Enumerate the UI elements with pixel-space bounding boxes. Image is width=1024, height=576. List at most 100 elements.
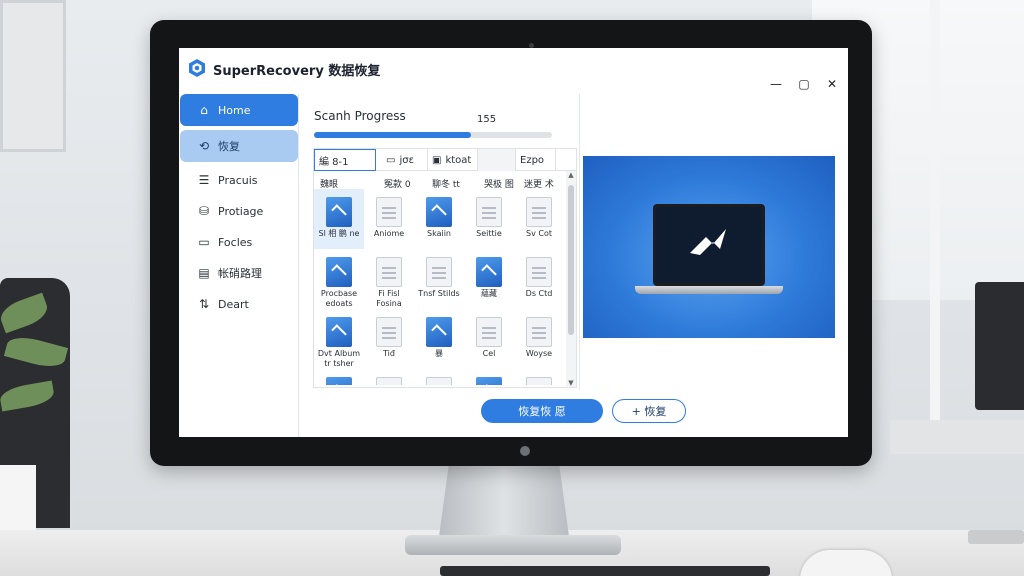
file-item[interactable] <box>314 369 364 385</box>
tab-label: Ezpo <box>520 154 545 166</box>
image-file-icon <box>476 377 502 385</box>
panel-divider <box>579 94 580 390</box>
sidebar-item-label: 帐硝路理 <box>218 267 262 280</box>
sidebar-item-label: Home <box>218 103 251 117</box>
maximize-button[interactable]: ▢ <box>794 74 814 94</box>
list-icon: ☰ <box>198 173 210 187</box>
file-browser: 編 8-1 ▭ jσε ▣ ktoat Ezpo 魏眼 冤款 0 聊冬 tt 哭… <box>313 148 577 388</box>
file-item-label: 蘊藏 <box>481 289 497 298</box>
tab-export[interactable]: Ezpo <box>516 149 556 171</box>
file-item[interactable]: Sl 相 鹏 ne <box>314 189 364 249</box>
document-file-icon <box>376 197 402 227</box>
minimize-button[interactable]: — <box>766 74 786 94</box>
preview-laptop-screen <box>653 204 765 286</box>
file-preview <box>583 156 835 338</box>
app-title: SuperRecovery 数据恢复 <box>213 64 381 79</box>
manage-icon: ▤ <box>198 266 210 280</box>
side-desk <box>890 420 1024 454</box>
mouse <box>800 550 892 576</box>
document-file-icon <box>526 377 552 385</box>
monitor-stand <box>438 466 570 544</box>
file-item-label: Ds Ctd <box>525 289 553 298</box>
close-button[interactable]: ✕ <box>822 74 842 94</box>
file-item-label: Seittie <box>476 229 502 238</box>
recover-button[interactable]: 恢复恢 愿 <box>481 399 603 423</box>
file-scrollbar[interactable]: ▲ ▼ <box>566 171 576 387</box>
preview-laptop-base <box>635 286 783 294</box>
image-file-icon <box>426 197 452 227</box>
sidebar-item-pracuis[interactable]: ☰ Pracuis <box>180 164 298 196</box>
tab-empty[interactable] <box>478 149 516 171</box>
file-item[interactable]: Aniome <box>364 189 414 249</box>
image-file-icon <box>326 257 352 287</box>
home-icon: ⌂ <box>200 103 208 117</box>
scan-progress-bar <box>314 132 552 138</box>
title-bar: SuperRecovery 数据恢复 — ▢ ✕ <box>179 48 848 94</box>
tab-documents[interactable]: ▭ jσε <box>382 149 428 171</box>
document-file-icon <box>376 317 402 347</box>
file-item-label: Woyse <box>525 349 553 358</box>
file-item-label: Dvt Album tr tsher <box>317 349 361 368</box>
sidebar-item-manage[interactable]: ▤ 帐硝路理 <box>180 257 298 289</box>
image-icon: ▣ <box>432 154 442 166</box>
file-item[interactable]: Dvt Album tr tsher <box>314 309 364 369</box>
file-item[interactable]: Ds Ctd <box>514 249 564 309</box>
file-item[interactable]: Fi Fisl Fosina <box>364 249 414 309</box>
scan-progress-label: Scanh Progress <box>314 109 406 123</box>
sidebar: ⌂ Home ⟲ 恢复 ☰ Pracuis ⛁ Protiage ▭ Focle… <box>179 94 299 437</box>
file-item[interactable]: Tnsf Stilds <box>414 249 464 309</box>
sidebar-item-protiage[interactable]: ⛁ Protiage <box>180 195 298 227</box>
file-item[interactable]: 蘊藏 <box>464 249 514 309</box>
file-item-label: 暴 <box>435 349 443 358</box>
file-icon: ▭ <box>386 154 396 166</box>
sidebar-item-label: Pracuis <box>218 173 258 187</box>
sidebar-item-recover[interactable]: ⟲ 恢复 <box>180 130 298 162</box>
file-item-label: Tiđ <box>383 349 395 358</box>
window-frame <box>930 0 940 420</box>
file-item[interactable]: Woyse <box>514 309 564 369</box>
file-item-label: Sv Cot <box>526 229 552 238</box>
document-file-icon <box>476 317 502 347</box>
add-recover-button[interactable]: + 恢复 <box>612 399 686 423</box>
file-item-label: Sl 相 鹏 ne <box>318 229 360 238</box>
document-file-icon <box>526 257 552 287</box>
scroll-down-icon[interactable]: ▼ <box>566 379 576 387</box>
tab-images[interactable]: ▣ ktoat <box>428 149 478 171</box>
document-file-icon <box>426 257 452 287</box>
document-file-icon <box>376 257 402 287</box>
recover-icon: ⟲ <box>198 139 210 153</box>
file-item[interactable]: Procbase edoats <box>314 249 364 309</box>
scroll-thumb[interactable] <box>568 185 574 335</box>
tab-label: jσε <box>399 154 414 166</box>
file-item[interactable] <box>364 369 414 385</box>
sidebar-item-label: Deart <box>218 297 249 311</box>
sidebar-item-deart[interactable]: ⇅ Deart <box>180 288 298 320</box>
file-item[interactable]: 暴 <box>414 309 464 369</box>
file-item[interactable]: Sv Cot <box>514 189 564 249</box>
wall-picture <box>0 0 66 152</box>
file-item[interactable]: Seittie <box>464 189 514 249</box>
app-logo-icon <box>189 59 205 77</box>
scan-progress-fill <box>314 132 472 138</box>
file-item[interactable]: Skaiin <box>414 189 464 249</box>
tab-label: ktoat <box>445 154 472 166</box>
sort-icon: ⇅ <box>198 297 210 311</box>
file-item[interactable] <box>414 369 464 385</box>
file-item-label: Fi Fisl Fosina <box>376 289 402 308</box>
tab-label: 編 8-1 <box>319 156 349 168</box>
file-item[interactable]: Tiđ <box>364 309 414 369</box>
monitor-logo-icon <box>520 446 530 456</box>
image-file-icon <box>326 317 352 347</box>
image-file-icon <box>426 317 452 347</box>
file-item[interactable] <box>464 369 514 385</box>
image-file-icon <box>476 257 502 287</box>
tab-all[interactable]: 編 8-1 <box>314 149 376 171</box>
file-item[interactable] <box>514 369 564 385</box>
sidebar-item-home[interactable]: ⌂ Home <box>180 94 298 126</box>
scroll-up-icon[interactable]: ▲ <box>566 171 576 179</box>
file-item[interactable]: Cel <box>464 309 514 369</box>
sidebar-item-focles[interactable]: ▭ Focles <box>180 226 298 258</box>
storage-icon: ⛁ <box>198 204 210 218</box>
image-file-icon <box>326 197 352 227</box>
document-file-icon <box>526 317 552 347</box>
